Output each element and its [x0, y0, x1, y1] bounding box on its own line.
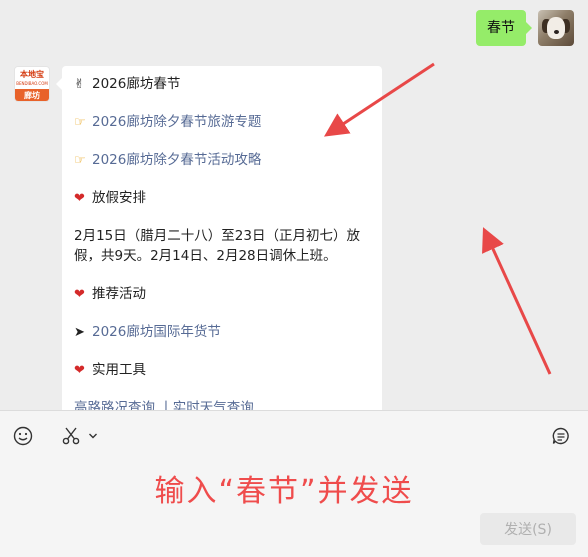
reply-link-activities[interactable]: 2026廊坊除夕春节活动攻略 [92, 152, 261, 168]
send-button[interactable]: 发送(S) [480, 513, 576, 545]
message-input[interactable]: 输入“春节”并发送 [0, 466, 588, 510]
tools-heading-line: ❤ 实用工具 [74, 360, 146, 381]
reply-title: 2026廊坊春节 [92, 76, 181, 92]
chat-history-icon[interactable] [550, 425, 572, 447]
bot-avatar-logo: 本地宝 BENDIBAO.COM [15, 67, 49, 89]
holiday-heading-line: ❤ 放假安排 [74, 188, 146, 209]
incoming-message-bubble: ✌ 2026廊坊春节 ☞ 2026廊坊除夕春节旅游专题 ☞ 2026廊坊除夕春节活动攻… [56, 66, 382, 410]
reply-link-tourism[interactable]: 2026廊坊除夕春节旅游专题 [92, 114, 261, 130]
tools-links[interactable]: 高路路况查询 丨实时天气查询 [74, 398, 254, 410]
bot-avatar-logo-sub: BENDIBAO.COM [16, 81, 48, 86]
bot-avatar[interactable]: 本地宝 BENDIBAO.COM 廊坊 [14, 66, 50, 102]
recommend-link[interactable]: 2026廊坊国际年货节 [92, 324, 221, 340]
victory-hand-icon: ✌ [74, 77, 85, 92]
recommend-link-line: ➤ 2026廊坊国际年货节 [74, 322, 221, 343]
heart-icon: ❤ [74, 363, 85, 378]
reply-title-line: ✌ 2026廊坊春节 [74, 74, 180, 95]
user-avatar[interactable] [538, 10, 574, 46]
reply-link-line-1: ☞ 2026廊坊除夕春节旅游专题 [74, 112, 261, 133]
input-area: 输入“春节”并发送 发送(S) [0, 410, 588, 557]
bot-avatar-logo-text: 本地宝 [20, 70, 44, 79]
avatar-nose [554, 30, 559, 34]
reply-link-line-2: ☞ 2026廊坊除夕春节活动攻略 [74, 150, 261, 171]
avatar-face [547, 17, 565, 39]
holiday-text: 2月15日（腊月二十八）至23日（正月初七）放假，共9天。2月14日、2月28日… [74, 228, 360, 264]
outgoing-message-bubble[interactable]: 春节 [476, 10, 532, 46]
arrow-right-icon: ➤ [74, 325, 85, 340]
heart-icon: ❤ [74, 287, 85, 302]
chevron-down-icon[interactable] [86, 425, 100, 447]
recommend-heading: 推荐活动 [92, 286, 146, 302]
pointing-hand-icon: ☞ [74, 115, 86, 130]
scissors-icon[interactable] [60, 425, 82, 447]
outgoing-message-row: 春节 [476, 10, 574, 46]
bot-avatar-brand: 廊坊 [15, 89, 49, 101]
tools-heading: 实用工具 [92, 362, 146, 378]
pointing-hand-icon: ☞ [74, 153, 86, 168]
recommend-heading-line: ❤ 推荐活动 [74, 284, 146, 305]
emoji-icon[interactable] [12, 425, 34, 447]
heart-icon: ❤ [74, 191, 85, 206]
chat-area: 春节 本地宝 BENDIBAO.COM 廊坊 ✌ 2026廊坊春节 ☞ 2026廊坊… [0, 0, 588, 410]
holiday-heading: 放假安排 [92, 190, 146, 206]
